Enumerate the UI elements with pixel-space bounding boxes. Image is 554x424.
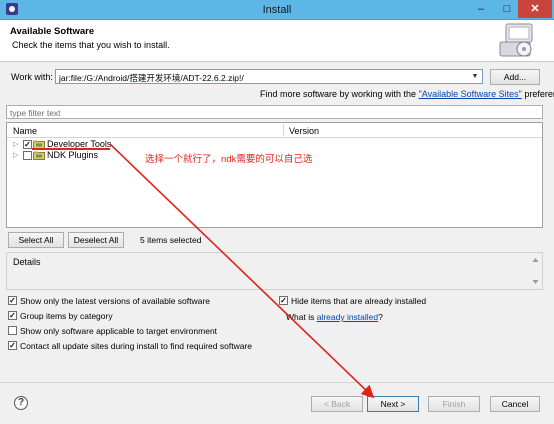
ndk-plugins-label: NDK Plugins	[47, 150, 99, 160]
page-subtitle: Check the items that you wish to install…	[12, 40, 170, 50]
applicable-only-label: Show only software applicable to target …	[20, 326, 218, 336]
work-with-combo[interactable]: jar:file:/G:/Android/搭建开发环境/ADT-22.6.2.z…	[55, 69, 483, 84]
option-latest-versions[interactable]: ✓ Show only the latest versions of availa…	[8, 296, 210, 306]
what-is-prefix: What is	[286, 312, 317, 322]
annotation-underline	[32, 148, 110, 150]
what-is-suffix: ?	[378, 312, 383, 322]
available-software-sites-link[interactable]: "Available Software Sites"	[419, 89, 522, 99]
tree-column-header: Name Version	[7, 123, 542, 138]
option-group-by-category[interactable]: ✓ Group items by category	[8, 311, 113, 321]
more-software-prefix: Find more software by working with the	[260, 89, 419, 99]
latest-versions-checkbox[interactable]: ✓	[8, 296, 17, 306]
hide-installed-label: Hide items that are already installed	[291, 296, 427, 306]
work-with-label: Work with:	[11, 72, 53, 82]
software-tree[interactable]: Name Version ▷ ✓ Developer Tools ▷ NDK P…	[6, 122, 543, 228]
expand-arrow-icon[interactable]: ▷	[13, 151, 18, 159]
work-with-value: jar:file:/G:/Android/搭建开发环境/ADT-22.6.2.z…	[59, 73, 244, 83]
hide-installed-checkbox[interactable]: ✓	[279, 296, 288, 306]
select-all-button[interactable]: Select All	[8, 232, 64, 248]
help-icon[interactable]: ?	[14, 396, 28, 410]
next-button[interactable]: Next >	[367, 396, 419, 412]
deselect-all-button[interactable]: Deselect All	[68, 232, 124, 248]
back-button[interactable]: < Back	[311, 396, 363, 412]
details-panel: Details	[6, 252, 543, 290]
page-title: Available Software	[10, 26, 95, 37]
details-label: Details	[13, 257, 41, 267]
cancel-button[interactable]: Cancel	[490, 396, 540, 412]
ndk-plugins-checkbox[interactable]	[23, 151, 32, 160]
minimize-button[interactable]: –	[468, 0, 494, 18]
more-software-text: Find more software by working with the "…	[260, 89, 554, 99]
option-applicable-only[interactable]: Show only software applicable to target …	[8, 326, 217, 336]
items-selected-count: 5 items selected	[140, 235, 202, 245]
column-divider[interactable]	[283, 124, 284, 136]
finish-button[interactable]: Finish	[428, 396, 480, 412]
wizard-header: Available Software Check the items that …	[0, 20, 554, 62]
developer-tools-checkbox[interactable]: ✓	[23, 140, 32, 149]
more-software-suffix: preferences.	[524, 89, 554, 99]
contact-all-checkbox[interactable]: ✓	[8, 341, 17, 351]
group-by-category-checkbox[interactable]: ✓	[8, 311, 17, 321]
option-contact-all[interactable]: ✓ Contact all update sites during install…	[8, 341, 252, 351]
latest-versions-label: Show only the latest versions of availab…	[20, 296, 210, 306]
install-wizard-icon	[499, 23, 533, 57]
what-is-installed-text: What is already installed?	[286, 312, 383, 322]
filter-input[interactable]: type filter text	[6, 105, 543, 119]
applicable-only-checkbox[interactable]	[8, 326, 17, 336]
annotation-note: 选择一个就行了，ndk需要的可以自己选	[145, 154, 313, 165]
contact-all-label: Contact all update sites during install …	[20, 341, 252, 351]
group-by-category-label: Group items by category	[20, 311, 113, 321]
close-button[interactable]: ✕	[518, 0, 552, 18]
maximize-button[interactable]: □	[494, 0, 520, 18]
option-hide-installed[interactable]: ✓ Hide items that are already installed	[279, 296, 426, 306]
footer-divider	[0, 382, 554, 383]
details-scrollbar[interactable]	[531, 256, 540, 286]
column-version[interactable]: Version	[289, 126, 319, 136]
expand-arrow-icon[interactable]: ▷	[13, 140, 18, 148]
add-site-button[interactable]: Add...	[490, 69, 540, 85]
filter-placeholder: type filter text	[10, 108, 61, 118]
already-installed-link[interactable]: already installed	[317, 312, 378, 322]
chevron-down-icon[interactable]: ▼	[468, 70, 482, 83]
title-bar: Install – □ ✕	[0, 0, 554, 20]
column-name[interactable]: Name	[13, 126, 37, 136]
package-icon	[33, 151, 45, 160]
